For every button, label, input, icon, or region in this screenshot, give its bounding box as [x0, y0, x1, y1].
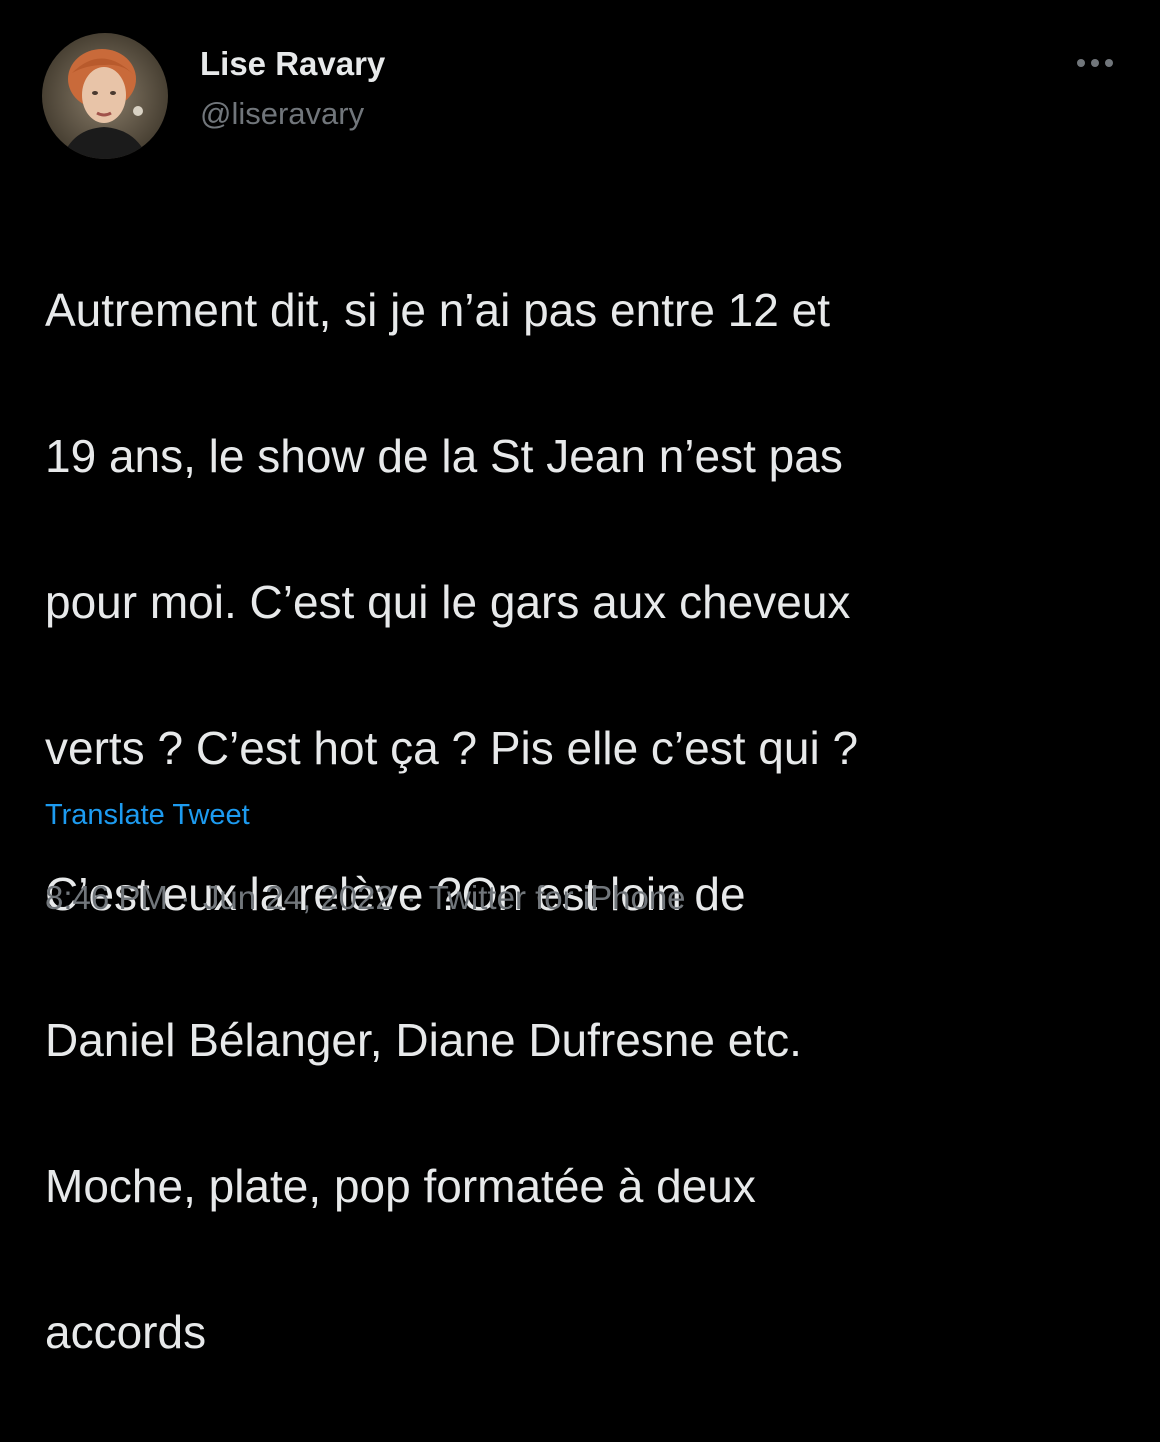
tweet-card: Lise Ravary @liseravary Autrement dit, s… — [0, 0, 1160, 1358]
tweet-text-line: Autrement dit, si je n’ai pas entre 12 e… — [45, 284, 830, 336]
tweet-text-line: accords — [45, 1306, 207, 1358]
profile-photo-icon — [42, 33, 168, 159]
display-name[interactable]: Lise Ravary — [200, 42, 385, 86]
tweet-text-line: pour moi. C’est qui le gars aux cheveux — [45, 576, 851, 628]
tweet-time[interactable]: 8:46 PM — [45, 879, 168, 916]
tweet-metadata: 8:46 PM · Jun 24, 2022 · Twitter for iPhone — [45, 876, 686, 920]
more-horizontal-icon — [1077, 59, 1113, 67]
tweet-text-line: verts ? C’est hot ça ? Pis elle c’est qu… — [45, 722, 859, 774]
tweet-text-line: Moche, plate, pop formatée à deux — [45, 1160, 756, 1212]
author-block: Lise Ravary @liseravary — [200, 42, 385, 136]
tweet-text-line: Daniel Bélanger, Diane Dufresne etc. — [45, 1014, 802, 1066]
more-options-button[interactable] — [1070, 48, 1120, 78]
translate-tweet-link[interactable]: Translate Tweet — [45, 795, 250, 835]
separator: · — [405, 879, 417, 916]
tweet-source[interactable]: Twitter for iPhone — [429, 879, 686, 916]
avatar[interactable] — [42, 33, 168, 159]
separator: · — [179, 879, 191, 916]
tweet-date[interactable]: Jun 24, 2022 — [203, 879, 394, 916]
user-handle[interactable]: @liseravary — [200, 92, 385, 136]
tweet-text-line: 19 ans, le show de la St Jean n’est pas — [45, 430, 843, 482]
